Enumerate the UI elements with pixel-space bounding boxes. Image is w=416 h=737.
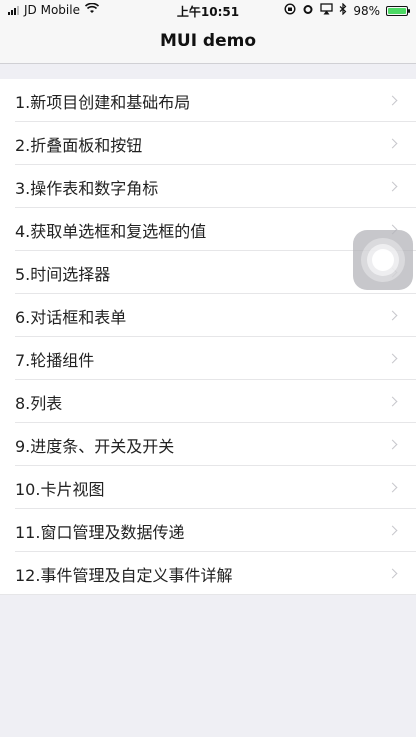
menu-item[interactable]: 10.卡片视图	[0, 466, 416, 509]
menu-item-label: 4.获取单选框和复选框的值	[15, 221, 207, 241]
page-title: MUI demo	[159, 31, 257, 51]
menu-item-label: 9.进度条、开关及开关	[15, 436, 175, 456]
menu-item[interactable]: 9.进度条、开关及开关	[0, 423, 416, 466]
chevron-right-icon	[387, 353, 398, 363]
menu-item-label: 11.窗口管理及数据传递	[15, 522, 185, 542]
chevron-right-icon	[387, 138, 398, 148]
status-bar: JD Mobile 上午10:51 98%	[0, 0, 416, 20]
menu-item[interactable]: 7.轮播组件	[0, 337, 416, 380]
app-screen: JD Mobile 上午10:51 98% MUI demo 1.新项目创建和基…	[0, 0, 416, 737]
chevron-right-icon	[387, 396, 398, 406]
menu-list: 1.新项目创建和基础布局 2.折叠面板和按钮 3.操作表和数字角标 4.获取单选框和复…	[0, 79, 416, 595]
menu-item-label: 1.新项目创建和基础布局	[15, 92, 191, 112]
menu-item-label: 10.卡片视图	[15, 479, 105, 499]
menu-item-label: 2.折叠面板和按钮	[15, 135, 143, 155]
battery-percent: 98%	[353, 3, 380, 18]
menu-item-label: 5.时间选择器	[15, 264, 111, 284]
menu-item[interactable]: 8.列表	[0, 380, 416, 423]
chevron-right-icon	[387, 95, 398, 105]
menu-item[interactable]: 3.操作表和数字角标	[0, 165, 416, 208]
airplay-icon	[320, 3, 333, 18]
menu-item[interactable]: 1.新项目创建和基础布局	[0, 79, 416, 122]
menu-item[interactable]: 6.对话框和表单	[0, 294, 416, 337]
rotation-lock-icon	[284, 3, 296, 18]
assistive-touch-button[interactable]	[353, 230, 413, 290]
menu-item-label: 12.事件管理及自定义事件详解	[15, 565, 233, 585]
menu-item-label: 6.对话框和表单	[15, 307, 127, 327]
menu-item-label: 3.操作表和数字角标	[15, 178, 159, 198]
menu-item[interactable]: 2.折叠面板和按钮	[0, 122, 416, 165]
chevron-right-icon	[387, 525, 398, 535]
chevron-right-icon	[387, 568, 398, 578]
chevron-right-icon	[387, 181, 398, 191]
chevron-right-icon	[387, 310, 398, 320]
menu-item[interactable]: 12.事件管理及自定义事件详解	[0, 552, 416, 595]
alarm-icon	[302, 3, 314, 18]
menu-item-label: 7.轮播组件	[15, 350, 95, 370]
battery-icon	[386, 5, 410, 16]
bluetooth-icon	[339, 2, 347, 18]
menu-item[interactable]: 11.窗口管理及数据传递	[0, 509, 416, 552]
chevron-right-icon	[387, 482, 398, 492]
menu-item-label: 8.列表	[15, 393, 63, 413]
status-right: 98%	[284, 2, 410, 18]
battery-level	[388, 7, 406, 14]
assistive-touch-center	[372, 249, 394, 271]
chevron-right-icon	[387, 439, 398, 449]
navigation-bar: MUI demo	[0, 20, 416, 64]
